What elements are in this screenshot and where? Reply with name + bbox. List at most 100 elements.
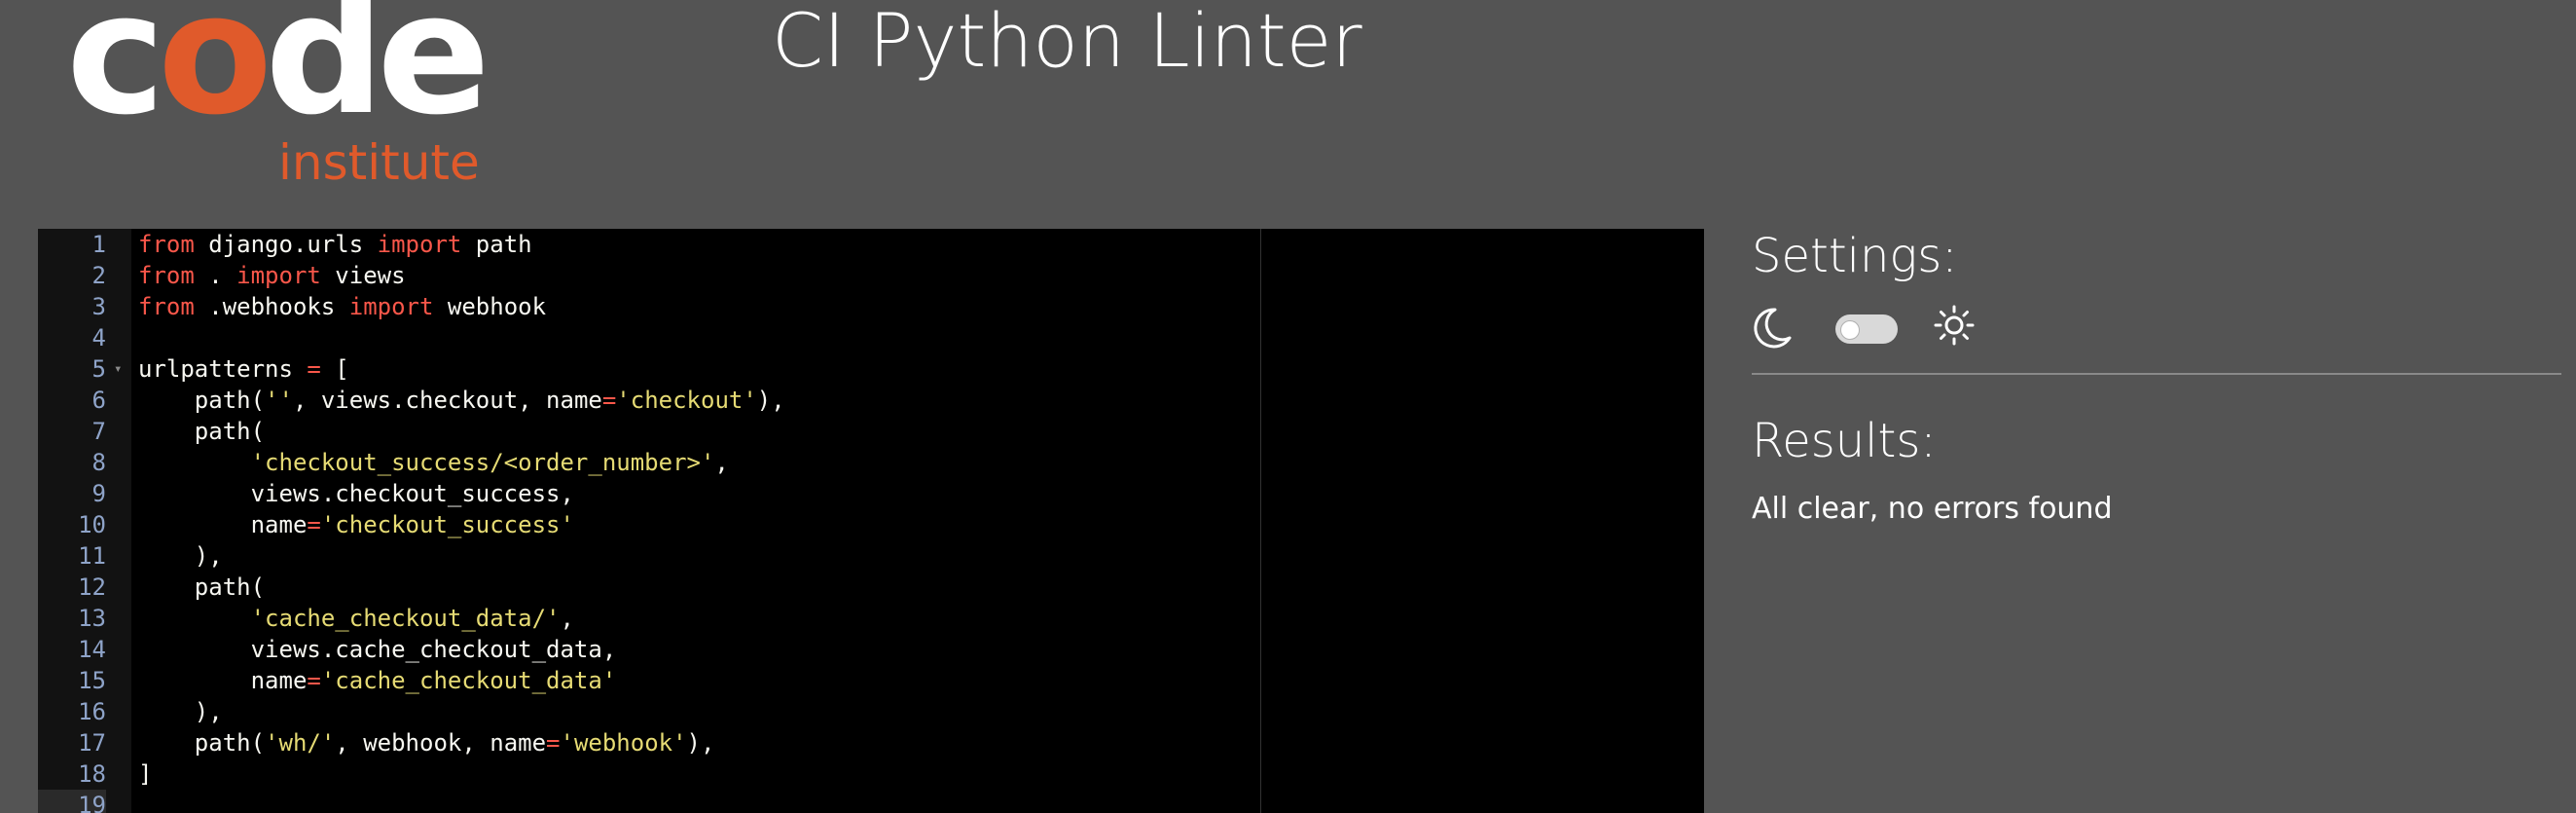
- sun-icon[interactable]: [1933, 303, 1976, 351]
- code-text: ),: [138, 696, 223, 727]
- code-text: ]: [138, 758, 152, 790]
- code-token: ),: [756, 387, 785, 414]
- code-line[interactable]: 1 from django.urls import path: [38, 229, 1704, 260]
- code-token: path(: [138, 418, 266, 445]
- code-token: ,: [560, 605, 574, 632]
- code-token: '': [265, 387, 293, 414]
- line-number: 14: [78, 636, 106, 663]
- code-editor[interactable]: 1 from django.urls import path 2 from . imp…: [38, 229, 1704, 813]
- code-token: 'cache_checkout_data': [320, 667, 617, 694]
- code-token: path(: [138, 387, 266, 414]
- code-line[interactable]: 6 path('', views.checkout, name='checkou…: [38, 385, 1704, 416]
- code-text: 'cache_checkout_data/',: [138, 603, 574, 634]
- results-message: All clear, no errors found: [1752, 492, 2113, 526]
- line-number: 11: [78, 542, 106, 570]
- code-token: webhook: [433, 293, 547, 320]
- code-line[interactable]: 4: [38, 322, 1704, 353]
- page-title: CI Python Linter: [772, 0, 1362, 84]
- code-text: ),: [138, 540, 223, 572]
- code-text: from . import views: [138, 260, 406, 291]
- code-token: django.urls: [194, 231, 378, 258]
- code-line[interactable]: 18]: [38, 758, 1704, 790]
- code-token: 'webhook': [560, 729, 687, 757]
- code-token: =: [307, 511, 321, 538]
- code-line[interactable]: 8 'checkout_success/<order_number>',: [38, 447, 1704, 478]
- code-line[interactable]: 14 views.cache_checkout_data,: [38, 634, 1704, 665]
- code-line[interactable]: 7 path(: [38, 416, 1704, 447]
- code-token: 'cache_checkout_data/': [250, 605, 561, 632]
- code-line[interactable]: 11 ),: [38, 540, 1704, 572]
- code-text: from django.urls import path: [138, 229, 532, 260]
- code-token: views.cache_checkout_data,: [138, 636, 617, 663]
- line-number: 13: [78, 605, 106, 632]
- line-number: 2: [91, 262, 106, 289]
- code-text: path(: [138, 572, 265, 603]
- code-token: [: [320, 355, 349, 383]
- line-number: 5: [91, 355, 106, 383]
- code-line[interactable]: 17 path('wh/', webhook, name='webhook'),: [38, 727, 1704, 758]
- code-token: from: [138, 293, 195, 320]
- code-line[interactable]: 16 ),: [38, 696, 1704, 727]
- line-number: 4: [91, 324, 106, 351]
- line-number: 10: [78, 511, 106, 538]
- logo-wordmark: code: [66, 0, 490, 152]
- line-number: 7: [91, 418, 106, 445]
- fold-arrow-icon[interactable]: ▾: [114, 353, 122, 385]
- code-token: 'checkout_success/<order_number>': [250, 449, 715, 476]
- line-number: 18: [78, 760, 106, 788]
- code-text: from .webhooks import webhook: [138, 291, 546, 322]
- code-token: ),: [138, 698, 223, 725]
- code-line[interactable]: 15 name='cache_checkout_data': [38, 665, 1704, 696]
- results-heading: Results:: [1752, 414, 1937, 468]
- code-token: views.checkout_success,: [138, 480, 574, 507]
- code-line[interactable]: 19: [38, 790, 1704, 813]
- code-text: path('', views.checkout, name='checkout'…: [138, 385, 785, 416]
- line-number: 15: [78, 667, 106, 694]
- code-token: path: [461, 231, 532, 258]
- code-token: views: [320, 262, 406, 289]
- code-token: name: [138, 511, 308, 538]
- code-token: name: [138, 667, 308, 694]
- toggle-knob: [1840, 320, 1860, 340]
- line-number: 17: [78, 729, 106, 757]
- code-line[interactable]: 5 ▾ urlpatterns = [: [38, 353, 1704, 385]
- code-text: views.checkout_success,: [138, 478, 574, 509]
- theme-switcher: [1752, 299, 2561, 357]
- code-token: import: [348, 293, 434, 320]
- code-token: .webhooks: [194, 293, 349, 320]
- code-token: , views.checkout, name: [292, 387, 602, 414]
- code-lines[interactable]: 1 from django.urls import path 2 from . imp…: [38, 229, 1704, 813]
- code-line[interactable]: 2 from . import views: [38, 260, 1704, 291]
- code-text: urlpatterns = [: [138, 353, 349, 385]
- sidebar: Settings: Results: All clear, no errors …: [1752, 229, 2561, 526]
- logo-subtitle: institute: [278, 134, 480, 191]
- code-token: =: [546, 729, 561, 757]
- line-number: 6: [91, 387, 106, 414]
- code-line[interactable]: 13 'cache_checkout_data/',: [38, 603, 1704, 634]
- code-token: 'checkout': [616, 387, 757, 414]
- line-number: 8: [91, 449, 106, 476]
- code-text: path('wh/', webhook, name='webhook'),: [138, 727, 715, 758]
- code-line[interactable]: 3 from .webhooks import webhook: [38, 291, 1704, 322]
- code-token: ]: [138, 760, 153, 788]
- moon-icon[interactable]: [1752, 305, 1795, 353]
- code-line[interactable]: 10 name='checkout_success': [38, 509, 1704, 540]
- code-text: 'checkout_success/<order_number>',: [138, 447, 729, 478]
- code-line[interactable]: 9 views.checkout_success,: [38, 478, 1704, 509]
- code-token: =: [307, 667, 321, 694]
- code-token: 'wh/': [265, 729, 336, 757]
- theme-toggle[interactable]: [1835, 314, 1898, 344]
- code-token: import: [236, 262, 321, 289]
- code-text: views.cache_checkout_data,: [138, 634, 617, 665]
- settings-heading: Settings:: [1752, 229, 1958, 283]
- code-line[interactable]: 12 path(: [38, 572, 1704, 603]
- code-token: .: [194, 262, 237, 289]
- settings-divider: [1752, 373, 2561, 375]
- code-token: ),: [686, 729, 715, 757]
- code-token: path(: [138, 573, 266, 601]
- code-token: 'checkout_success': [320, 511, 574, 538]
- line-number: 16: [78, 698, 106, 725]
- code-token: =: [601, 387, 617, 414]
